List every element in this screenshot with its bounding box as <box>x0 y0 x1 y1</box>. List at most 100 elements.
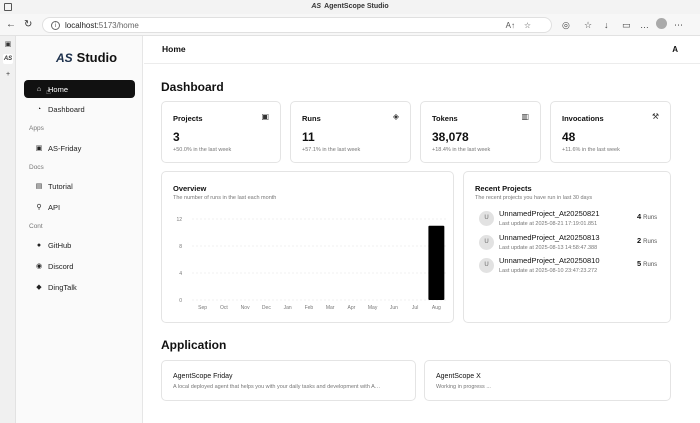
book-icon: ▤ <box>35 183 43 190</box>
sidebar-item-home[interactable]: ⌂ Home ☝ <box>24 80 135 98</box>
cursor-icon: ☝ <box>46 87 51 96</box>
more-icon[interactable]: ⋯ <box>674 20 683 31</box>
link-icon: ⚲ <box>36 204 42 211</box>
stat-label: Runs <box>302 114 321 123</box>
favorites-icon[interactable]: ☆ <box>584 20 592 31</box>
recent-desc: The recent projects you have run in last… <box>475 195 593 201</box>
dashboard-heading: Dashboard <box>161 80 224 94</box>
stat-label: Invocations <box>562 114 604 123</box>
x-tick-label: Dec <box>262 305 271 311</box>
url-host: localhost: <box>65 21 99 30</box>
active-tab[interactable]: AS <box>3 54 13 64</box>
runs-count: 4 <box>637 212 642 221</box>
page-header: Home A <box>144 36 700 64</box>
extensions-icon[interactable]: ◎ <box>562 20 570 31</box>
favorite-icon[interactable]: ☆ <box>524 21 531 30</box>
stat-card-projects: Projects ▣ 3 +50.0% in the last week <box>161 101 281 163</box>
sidebar-item-label: DingTalk <box>48 282 77 292</box>
url-path: 5173/home <box>98 21 139 30</box>
read-aloud-icon[interactable]: A↑ <box>506 21 515 30</box>
project-name: UnnamedProject_At20250821 <box>499 209 600 218</box>
dashboard-icon: ◔ <box>36 105 42 113</box>
project-name: UnnamedProject_At20250813 <box>499 233 600 242</box>
x-tick-label: May <box>368 305 378 311</box>
home-icon: ⌂ <box>36 85 42 93</box>
url-text[interactable]: localhost:5173/home <box>65 21 139 30</box>
project-updated: Last update at 2025-08-13 14:58:47.388 <box>499 245 598 251</box>
avatar: U <box>479 235 494 250</box>
sidebar-item-label: GitHub <box>48 240 72 250</box>
profile-avatar[interactable] <box>656 18 667 29</box>
project-item[interactable]: U UnnamedProject_At20250810 Last update … <box>479 255 659 277</box>
info-icon[interactable]: i <box>51 21 60 30</box>
project-name: UnnamedProject_At20250810 <box>499 256 600 265</box>
x-tick-label: Nov <box>241 305 250 311</box>
project-item[interactable]: U UnnamedProject_At20250821 Last update … <box>479 208 659 230</box>
tabs-icon[interactable]: ▣ <box>3 40 13 50</box>
project-item[interactable]: U UnnamedProject_At20250813 Last update … <box>479 232 659 254</box>
section-docs: Docs <box>29 164 44 171</box>
screen-icon[interactable]: ▭ <box>622 20 631 31</box>
stat-card-invocations: Invocations ⚒ 48 +11.6% in the last week <box>550 101 671 163</box>
runs-label: Runs <box>643 215 658 221</box>
brand[interactable]: AS Studio <box>56 50 117 65</box>
discord-icon: ◉ <box>35 263 43 270</box>
sidebar-item-github[interactable]: ● GitHub <box>24 236 135 254</box>
x-tick-label: Jul <box>412 305 418 311</box>
translate-icon[interactable]: A <box>672 45 678 54</box>
runs-count: 2 <box>637 236 642 245</box>
download-icon[interactable]: ↓ <box>604 20 609 30</box>
back-icon[interactable]: ← <box>6 19 16 30</box>
stat-label: Tokens <box>432 114 458 123</box>
runs-label: Runs <box>643 262 658 268</box>
stat-change: +50.0% in the last week <box>173 147 232 153</box>
address-bar[interactable]: i localhost:5173/home A↑ ☆ <box>42 17 552 33</box>
stat-value: 38,078 <box>432 130 469 144</box>
runs-count: 5 <box>637 259 642 268</box>
window-titlebar: AS AgentScope Studio <box>0 0 700 14</box>
agentscope-logo: AS <box>311 3 322 10</box>
sidebar-item-api[interactable]: ⚲ API <box>24 198 135 216</box>
sidebar-item-label: AS-Friday <box>48 143 82 153</box>
window-icon: ▣ <box>261 112 269 121</box>
project-runs: 5 Runs <box>637 259 657 268</box>
project-updated: Last update at 2025-08-21 17:19:01.851 <box>499 221 598 227</box>
refresh-icon[interactable]: ↻ <box>24 19 32 30</box>
stat-card-runs: Runs ◈ 11 +57.1% in the last week <box>290 101 411 163</box>
sidebar-item-dingtalk[interactable]: ◆ DingTalk <box>24 278 135 296</box>
stat-card-tokens: Tokens ▥ 38,078 +18.4% in the last week <box>420 101 541 163</box>
stat-change: +11.6% in the last week <box>562 147 620 153</box>
x-tick-label: Jun <box>390 305 398 311</box>
x-tick-label: Oct <box>220 305 228 311</box>
sidebar-item-tutorial[interactable]: ▤ Tutorial <box>24 177 135 195</box>
app-card-friday[interactable]: AgentScope Friday A local deployed agent… <box>161 360 416 401</box>
app-desc: A local deployed agent that helps you wi… <box>173 384 383 390</box>
x-tick-label: Mar <box>326 305 335 311</box>
stat-value: 11 <box>302 130 315 144</box>
sidebar-item-discord[interactable]: ◉ Discord <box>24 257 135 275</box>
runs-bar-chart: 0 4 8 12 Sep Oct Nov Dec Jan Feb Mar Apr May Jun Jul Au… <box>176 217 447 311</box>
sidebar-item-label: Dashboard <box>48 104 85 114</box>
sidebar: AS Studio ⌂ Home ☝ ◔ Dashboard Apps ▣ AS… <box>16 36 143 423</box>
main-content: Home A Dashboard Projects ▣ 3 +50.0% in … <box>144 36 700 423</box>
sidebar-item-dashboard[interactable]: ◔ Dashboard <box>24 100 135 118</box>
recent-title: Recent Projects <box>475 184 532 193</box>
settings-icon[interactable]: … <box>640 20 649 30</box>
project-runs: 2 Runs <box>637 236 657 245</box>
bar[interactable] <box>428 225 445 300</box>
stat-label: Projects <box>173 114 203 123</box>
app-name: AgentScope Friday <box>173 373 233 380</box>
bar-icon: ▥ <box>521 112 529 121</box>
avatar: U <box>479 211 494 226</box>
x-tick-label: Apr <box>347 305 355 311</box>
new-tab-icon[interactable]: + <box>3 70 13 80</box>
sidebar-item-as-friday[interactable]: ▣ AS-Friday <box>24 139 135 157</box>
brand-name: Studio <box>76 50 118 65</box>
window-title: AS AgentScope Studio <box>0 3 700 10</box>
stat-value: 48 <box>562 130 576 144</box>
layers-icon: ◈ <box>392 112 399 121</box>
x-tick-label: Sep <box>198 305 207 311</box>
runs-label: Runs <box>643 239 658 245</box>
app-card-x[interactable]: AgentScope X Working in progress ... <box>424 360 671 401</box>
github-icon: ● <box>36 241 42 249</box>
